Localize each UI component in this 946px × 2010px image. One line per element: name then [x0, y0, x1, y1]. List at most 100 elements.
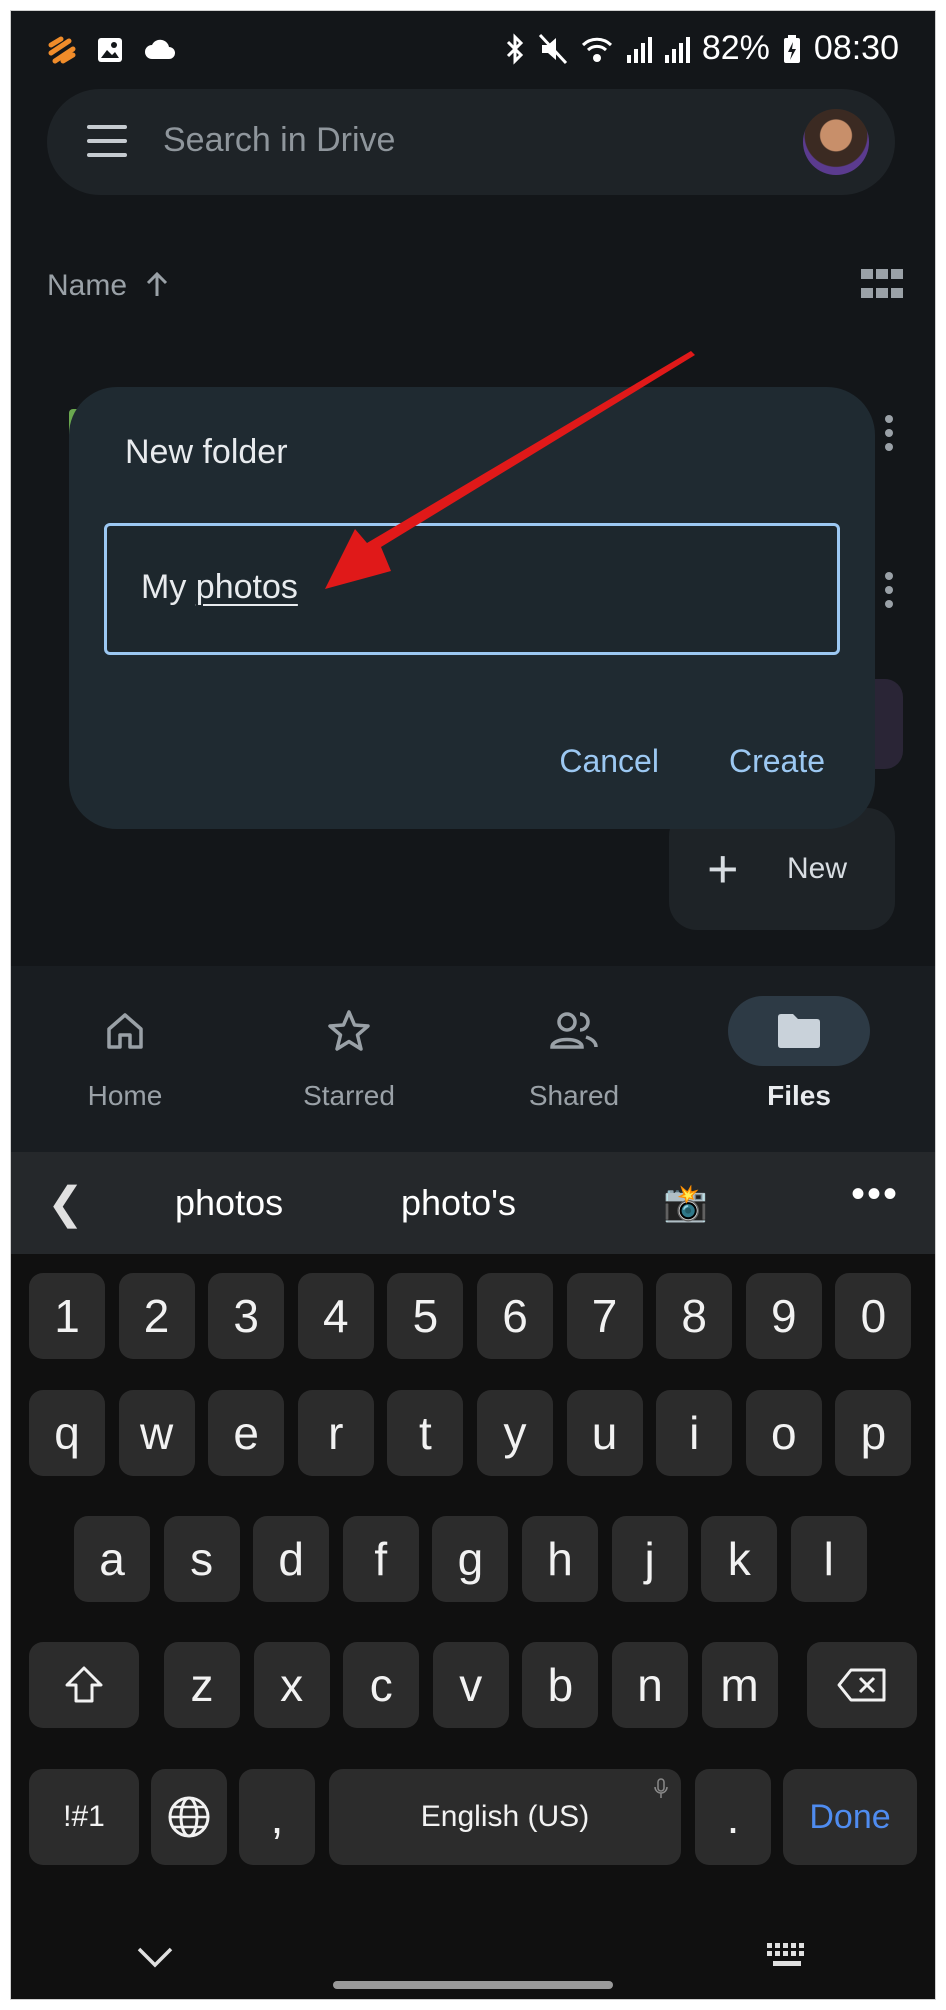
account-avatar[interactable] [803, 109, 869, 175]
key-v[interactable]: v [432, 1642, 509, 1728]
search-bar[interactable]: Search in Drive [47, 89, 895, 195]
star-icon [328, 1010, 370, 1051]
people-icon [550, 1012, 598, 1049]
dialog-title: New folder [125, 433, 288, 471]
key-3[interactable]: 3 [208, 1273, 285, 1359]
create-button[interactable]: Create [729, 743, 825, 780]
sort-control[interactable]: Name [47, 269, 169, 303]
key-b[interactable]: b [522, 1642, 599, 1728]
more-horizontal-icon[interactable]: ••• [851, 1172, 899, 1217]
cloud-icon [145, 39, 175, 59]
key-h[interactable]: h [522, 1516, 598, 1602]
globe-icon [168, 1796, 210, 1838]
hamburger-menu-icon[interactable] [87, 125, 127, 159]
symbols-key[interactable]: !#1 [29, 1769, 139, 1865]
search-placeholder[interactable]: Search in Drive [163, 121, 395, 160]
signal-icon [626, 36, 652, 63]
app-notification-icon [48, 36, 76, 64]
sort-label[interactable]: Name [47, 269, 127, 302]
key-5[interactable]: 5 [387, 1273, 464, 1359]
folder-icon [778, 1014, 820, 1048]
clock: 08:30 [813, 29, 899, 67]
key-0[interactable]: 0 [835, 1273, 912, 1359]
key-n[interactable]: n [612, 1642, 688, 1728]
key-9[interactable]: 9 [745, 1273, 822, 1359]
key-l[interactable]: l [790, 1516, 867, 1602]
key-y[interactable]: y [477, 1390, 553, 1476]
language-key[interactable] [151, 1769, 227, 1865]
grid-view-icon[interactable] [861, 269, 903, 303]
backspace-key[interactable] [807, 1642, 917, 1728]
chevron-down-icon[interactable] [135, 1945, 175, 1969]
cancel-button[interactable]: Cancel [559, 743, 659, 780]
bluetooth-icon [506, 32, 523, 65]
chevron-left-icon[interactable]: ❮ [47, 1178, 84, 1229]
suggestion-3[interactable]: 📸 [663, 1182, 708, 1224]
key-w[interactable]: w [118, 1390, 195, 1476]
nav-starred[interactable]: Starred [259, 996, 439, 1112]
more-options-icon[interactable] [885, 572, 893, 614]
more-options-icon[interactable] [885, 415, 893, 457]
key-p[interactable]: p [835, 1390, 912, 1476]
status-bar: 82% 08:30 [11, 11, 935, 91]
key-q[interactable]: q [29, 1390, 105, 1476]
folder-name-value[interactable]: My photos [141, 568, 298, 607]
shift-key[interactable] [29, 1642, 139, 1728]
key-t[interactable]: t [387, 1390, 464, 1476]
arrow-up-icon [147, 271, 168, 296]
bottom-navigation: Home Starred Shared Files [11, 966, 935, 1152]
key-x[interactable]: x [253, 1642, 330, 1728]
nav-files[interactable]: Files [709, 996, 889, 1112]
key-d[interactable]: d [253, 1516, 330, 1602]
new-button-label: New [787, 852, 848, 885]
battery-percent: 82% [701, 29, 770, 67]
key-a[interactable]: a [74, 1516, 150, 1602]
plus-icon: + [707, 839, 739, 899]
nav-shared[interactable]: Shared [484, 996, 664, 1112]
key-o[interactable]: o [745, 1390, 822, 1476]
battery-charging-icon [783, 34, 800, 63]
period-key[interactable]: . [695, 1769, 771, 1865]
key-4[interactable]: 4 [297, 1273, 374, 1359]
shift-icon [65, 1666, 103, 1703]
comma-key[interactable]: , [239, 1769, 315, 1865]
space-key-label: English (US) [420, 1800, 590, 1833]
key-8[interactable]: 8 [656, 1273, 733, 1359]
key-i[interactable]: i [656, 1390, 733, 1476]
keyboard-icon[interactable] [765, 1941, 809, 1971]
key-6[interactable]: 6 [477, 1273, 553, 1359]
key-k[interactable]: k [701, 1516, 778, 1602]
space-key[interactable]: English (US) [329, 1769, 681, 1865]
folder-name-input[interactable]: My photos [104, 523, 840, 655]
phone-screen: 82% 08:30 Search in Drive Name + New New… [11, 11, 935, 1999]
key-r[interactable]: r [297, 1390, 374, 1476]
home-indicator [333, 1981, 613, 1989]
key-z[interactable]: z [164, 1642, 240, 1728]
gallery-icon [98, 38, 122, 62]
suggestion-2[interactable]: photo's [401, 1182, 516, 1224]
key-7[interactable]: 7 [566, 1273, 643, 1359]
key-1[interactable]: 1 [29, 1273, 105, 1359]
wifi-icon [581, 37, 612, 62]
key-c[interactable]: c [343, 1642, 420, 1728]
new-folder-dialog: New folder My photos Cancel Create [69, 387, 875, 829]
mute-icon [538, 33, 567, 64]
key-s[interactable]: s [163, 1516, 240, 1602]
key-m[interactable]: m [701, 1642, 778, 1728]
key-g[interactable]: g [432, 1516, 509, 1602]
nav-home[interactable]: Home [35, 996, 215, 1112]
microphone-icon [653, 1775, 669, 1809]
key-e[interactable]: e [208, 1390, 285, 1476]
status-right-icons: 82% 08:30 [504, 29, 899, 68]
key-j[interactable]: j [611, 1516, 688, 1602]
done-key[interactable]: Done [783, 1769, 917, 1865]
home-icon [107, 1013, 143, 1049]
keyboard-suggestions: ❮ photos photo's 📸 ••• [11, 1152, 935, 1254]
signal-2-icon [664, 36, 690, 63]
suggestion-1[interactable]: photos [175, 1182, 283, 1224]
key-2[interactable]: 2 [118, 1273, 195, 1359]
keyboard: 1 2 3 4 5 6 7 8 9 0 q w e r t y u i o p a s d f g h j k l z x c v b n m !#1,… [11, 1254, 935, 1999]
backspace-icon [837, 1668, 886, 1702]
key-f[interactable]: f [342, 1516, 419, 1602]
key-u[interactable]: u [566, 1390, 643, 1476]
